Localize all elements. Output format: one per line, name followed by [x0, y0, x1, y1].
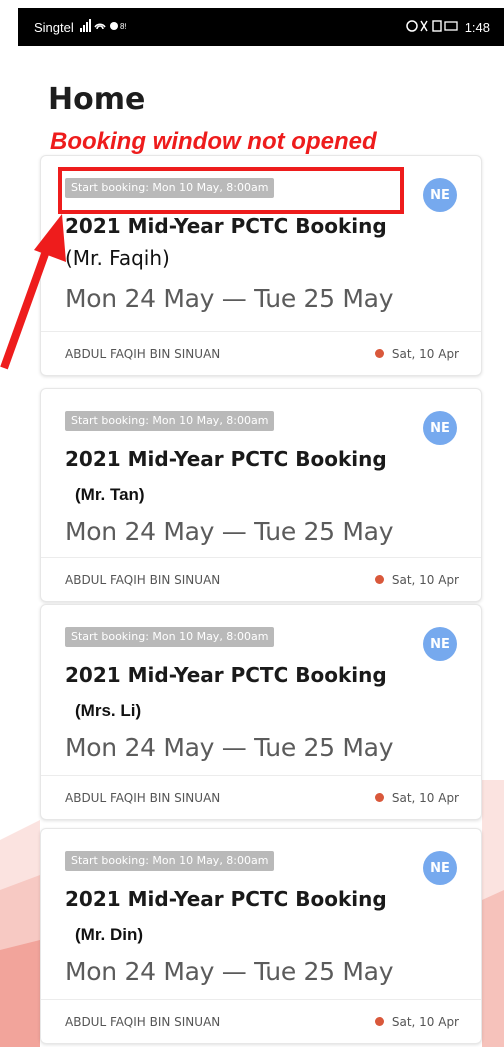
booking-dates: Mon 24 May — Tue 25 May: [65, 733, 394, 762]
posted-date: Sat, 10 Apr: [391, 790, 459, 805]
card-footer: ABDUL FAQIH BIN SINUAN Sat, 10 Apr: [41, 999, 481, 1043]
carrier-label: Singtel: [34, 19, 74, 35]
card-footer: ABDUL FAQIH BIN SINUAN Sat, 10 Apr: [41, 775, 481, 819]
organizer-name: ABDUL FAQIH BIN SINUAN: [65, 572, 221, 587]
booking-title: 2021 Mid-Year PCTC Booking: [65, 214, 387, 238]
start-booking-chip: Start booking: Mon 10 May, 8:00am: [65, 627, 275, 647]
organizer-badge: NE: [423, 627, 457, 661]
status-dot-icon: [374, 1017, 384, 1026]
posted-date: Sat, 10 Apr: [391, 1014, 459, 1029]
status-dot-icon: [374, 575, 384, 584]
organizer-name: ABDUL FAQIH BIN SINUAN: [65, 346, 221, 361]
svg-text:89: 89: [120, 22, 126, 31]
card-footer: ABDUL FAQIH BIN SINUAN Sat, 10 Apr: [41, 557, 481, 601]
booking-card[interactable]: Start booking: Mon 10 May, 8:00am NE 202…: [40, 604, 482, 820]
status-dot-icon: [374, 349, 384, 358]
organizer-name: ABDUL FAQIH BIN SINUAN: [65, 790, 221, 805]
booking-tutor: (Mr. Faqih): [65, 246, 170, 270]
booking-dates: Mon 24 May — Tue 25 May: [65, 284, 394, 313]
status-bar: Singtel 89 1:48: [18, 8, 504, 46]
organizer-badge: NE: [423, 411, 457, 445]
booking-card[interactable]: Start booking: Mon 10 May, 8:00am NE 202…: [40, 388, 482, 602]
posted-date: Sat, 10 Apr: [391, 346, 459, 361]
booking-card[interactable]: Start booking: Mon 10 May, 8:00am NE 202…: [40, 828, 482, 1044]
clock-time: 1:48: [464, 19, 490, 35]
booking-dates: Mon 24 May — Tue 25 May: [65, 957, 394, 986]
booking-dates: Mon 24 May — Tue 25 May: [65, 517, 394, 546]
annotation-label: Booking window not opened: [50, 128, 377, 155]
page-title: Home: [48, 82, 146, 117]
annotation-arrow-icon: [0, 210, 80, 374]
card-footer: ABDUL FAQIH BIN SINUAN Sat, 10 Apr: [41, 331, 481, 375]
organizer-badge: NE: [423, 178, 457, 212]
annotation-highlight-box: [58, 167, 404, 214]
booking-title: 2021 Mid-Year PCTC Booking: [65, 887, 387, 911]
organizer-name: ABDUL FAQIH BIN SINUAN: [65, 1014, 221, 1029]
organizer-badge: NE: [423, 851, 457, 885]
booking-tutor: (Mr. Tan): [75, 485, 145, 504]
booking-title: 2021 Mid-Year PCTC Booking: [65, 447, 387, 471]
signal-icon: 89: [79, 18, 129, 36]
alarm-icon: [405, 19, 459, 36]
posted-date: Sat, 10 Apr: [391, 572, 459, 587]
status-dot-icon: [374, 793, 384, 802]
start-booking-chip: Start booking: Mon 10 May, 8:00am: [65, 851, 275, 871]
booking-tutor: (Mrs. Li): [75, 701, 142, 720]
booking-title: 2021 Mid-Year PCTC Booking: [65, 663, 387, 687]
start-booking-chip: Start booking: Mon 10 May, 8:00am: [65, 411, 275, 431]
booking-tutor: (Mr. Din): [75, 925, 143, 944]
